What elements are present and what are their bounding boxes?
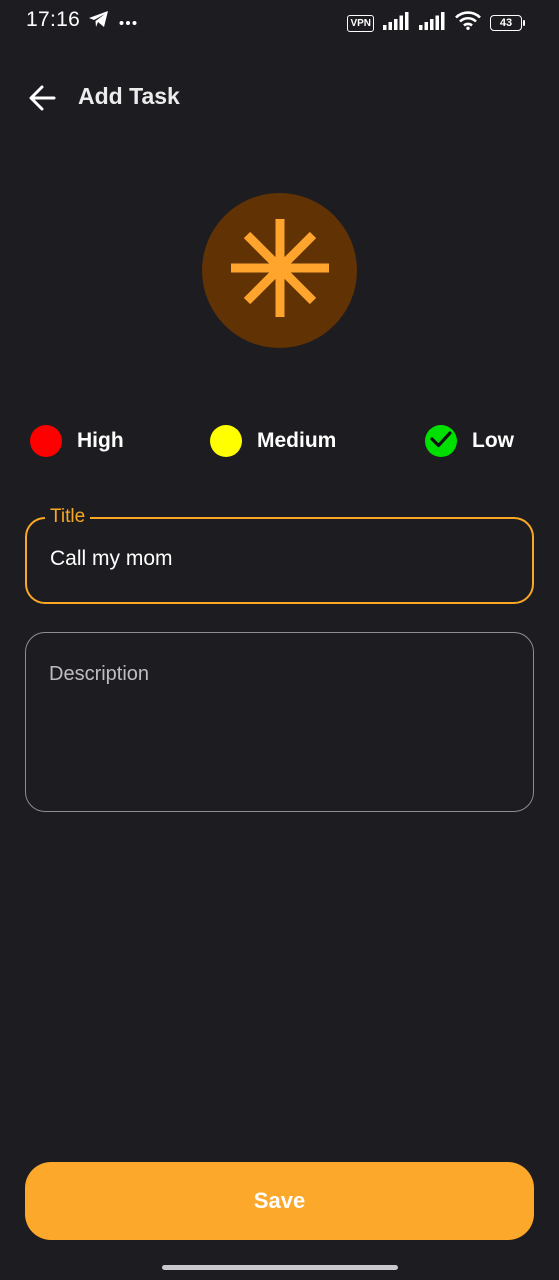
- priority-medium-indicator: [210, 425, 242, 457]
- snowflake-icon: [225, 213, 335, 328]
- priority-option-high[interactable]: High: [30, 424, 124, 458]
- wifi-icon: [455, 11, 481, 35]
- priority-label-low: Low: [472, 429, 514, 452]
- page-title: Add Task: [78, 83, 180, 109]
- priority-label-high: High: [77, 429, 124, 452]
- more-icon: [119, 13, 137, 31]
- priority-option-medium[interactable]: Medium: [210, 424, 336, 458]
- status-system-icons: VPN 43: [347, 11, 525, 35]
- title-field-label: Title: [45, 502, 91, 532]
- back-button[interactable]: [22, 80, 62, 120]
- status-time: 17:16: [26, 8, 81, 31]
- priority-label-medium: Medium: [257, 429, 337, 452]
- task-icon-picker[interactable]: [202, 193, 357, 348]
- battery-body: 43: [490, 15, 522, 31]
- description-placeholder: Description: [49, 663, 150, 685]
- save-button[interactable]: Save: [25, 1162, 534, 1240]
- save-button-label: Save: [253, 1188, 306, 1213]
- title-field[interactable]: Title Call my mom: [25, 502, 534, 604]
- priority-option-low[interactable]: Low: [425, 424, 514, 458]
- title-input-value[interactable]: Call my mom: [50, 547, 173, 571]
- status-notification-icons: [88, 10, 137, 33]
- battery-level: 43: [499, 17, 513, 29]
- check-icon: [429, 429, 453, 454]
- vpn-badge: VPN: [347, 14, 374, 32]
- telegram-icon: [88, 10, 109, 33]
- priority-low-indicator: [425, 425, 457, 457]
- gesture-navigation-bar[interactable]: [162, 1265, 398, 1270]
- signal-icon: [419, 11, 446, 35]
- battery-icon: 43: [490, 15, 525, 31]
- battery-cap: [523, 20, 525, 26]
- arrow-back-icon: [28, 85, 56, 116]
- priority-high-indicator: [30, 425, 62, 457]
- status-bar: 17:16 VPN 43: [0, 0, 559, 42]
- description-field[interactable]: Description: [25, 632, 534, 812]
- signal-icon: [383, 11, 410, 35]
